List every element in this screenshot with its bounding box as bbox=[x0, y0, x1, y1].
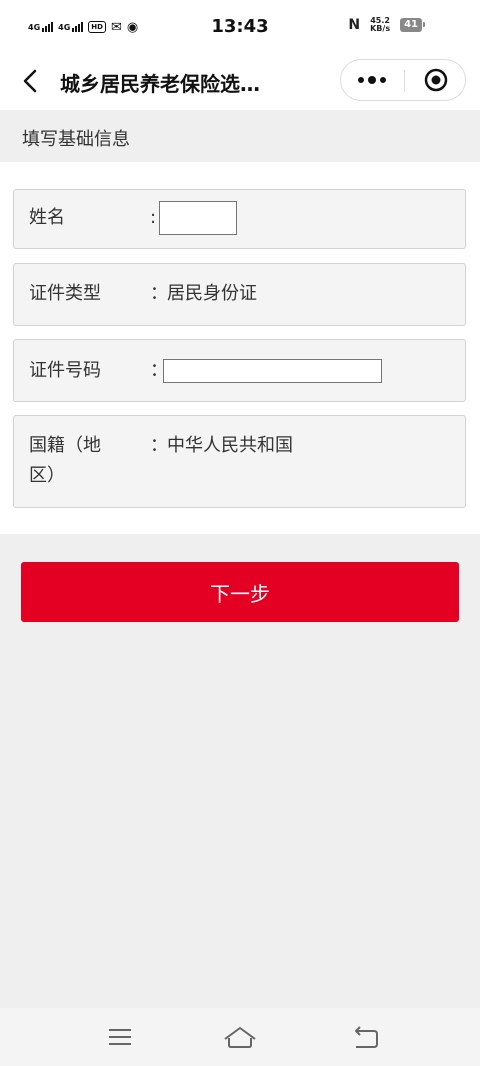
nationality-label: 国籍（地 区） bbox=[29, 431, 101, 491]
name-label: 姓名 bbox=[29, 207, 65, 228]
back-nav-icon[interactable] bbox=[346, 1022, 386, 1052]
status-right: N 45.2 KB/s 41 bbox=[348, 17, 425, 33]
next-step-button[interactable]: 下一步 bbox=[21, 562, 459, 622]
section-title: 填写基础信息 bbox=[22, 129, 130, 150]
section-header: 填写基础信息 bbox=[0, 110, 480, 162]
id-number-label: 证件号码 bbox=[29, 360, 101, 381]
name-input[interactable] bbox=[159, 201, 237, 235]
system-navigation-bar bbox=[0, 1008, 480, 1066]
battery-icon: 41 bbox=[400, 18, 425, 32]
navigation-bar: 城乡居民养老保险选… bbox=[0, 54, 480, 110]
nationality-row: 国籍（地 区） ： 中华人民共和国 bbox=[13, 415, 466, 508]
id-type-label: 证件类型 bbox=[29, 283, 101, 304]
network-speed: 45.2 KB/s bbox=[370, 17, 390, 33]
nationality-value: 中华人民共和国 bbox=[167, 435, 293, 456]
id-type-value: 居民身份证 bbox=[167, 283, 257, 304]
nfc-icon: N bbox=[348, 17, 361, 33]
id-type-colon: ： bbox=[150, 283, 168, 304]
id-number-input[interactable] bbox=[163, 359, 382, 383]
status-bar: 4G 4G HD ✉ ◉ 13:43 N 45.2 KB/s 41 bbox=[0, 0, 480, 54]
speed-unit: KB/s bbox=[370, 24, 391, 33]
id-type-row: 证件类型 ： 居民身份证 bbox=[13, 263, 466, 326]
close-miniprogram-icon[interactable] bbox=[405, 60, 467, 100]
name-colon: : bbox=[150, 207, 157, 228]
nationality-colon: ： bbox=[150, 435, 168, 456]
back-icon[interactable] bbox=[18, 66, 44, 96]
basic-info-form: 姓名 : 证件类型 ： 居民身份证 证件号码 ： 国籍（地 区） ： 中华人民共… bbox=[0, 162, 480, 534]
nationality-label-line1: 国籍（地 bbox=[29, 435, 101, 456]
id-number-row: 证件号码 ： bbox=[13, 339, 466, 402]
nationality-label-line2: 区） bbox=[29, 465, 65, 486]
more-icon[interactable] bbox=[341, 60, 404, 100]
menu-icon[interactable] bbox=[100, 1022, 140, 1052]
page-title: 城乡居民养老保险选… bbox=[60, 72, 260, 96]
home-icon[interactable] bbox=[220, 1022, 260, 1052]
name-row: 姓名 : bbox=[13, 189, 466, 249]
miniprogram-capsule bbox=[340, 59, 466, 101]
